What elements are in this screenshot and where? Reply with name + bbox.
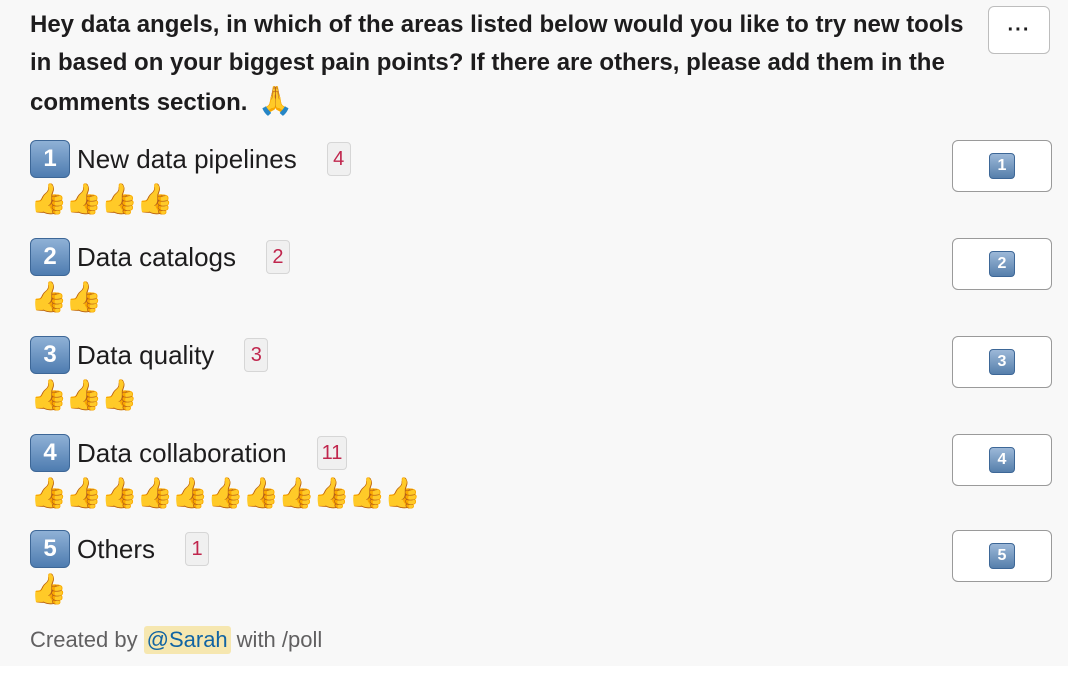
option-row: 3 Data quality 3	[30, 336, 269, 374]
footer-suffix: with /poll	[236, 627, 323, 652]
poll-option-5: 5 Others 1 👍 5	[30, 530, 1052, 620]
option-row: 1 New data pipelines 4	[30, 140, 351, 178]
option-label: New data pipelines	[77, 143, 297, 174]
number-badge-icon: 2	[30, 238, 70, 276]
poll-footer: Created by @Sarah with /poll	[30, 626, 322, 654]
thumbs-up-icon: 👍👍👍👍	[30, 183, 173, 216]
option-label: Data catalogs	[77, 241, 236, 272]
poll-card: Hey data angels, in which of the areas l…	[0, 0, 1068, 666]
thumbs-up-icon: 👍👍👍	[30, 379, 138, 412]
vote-count-badge: 2	[265, 240, 290, 274]
option-row: 4 Data collaboration 11	[30, 434, 348, 472]
vote-button-4[interactable]: 4	[952, 434, 1052, 486]
vote-button-1[interactable]: 1	[952, 140, 1052, 192]
more-actions-button[interactable]: ···	[988, 6, 1050, 54]
thumbs-up-icon: 👍👍👍👍👍👍👍👍👍👍👍	[30, 477, 421, 510]
number-badge-icon: 3	[30, 336, 70, 374]
poll-option-4: 4 Data collaboration 11 👍👍👍👍👍👍👍👍👍👍👍 4	[30, 434, 1052, 524]
poll-option-2: 2 Data catalogs 2 👍👍 2	[30, 238, 1052, 328]
number-badge-icon: 4	[30, 434, 70, 472]
number-badge-icon: 1	[30, 140, 70, 178]
vote-button-2[interactable]: 2	[952, 238, 1052, 290]
footer-prefix: Created by	[30, 627, 138, 652]
poll-option-3: 3 Data quality 3 👍👍👍 3	[30, 336, 1052, 426]
option-label: Others	[77, 533, 156, 564]
poll-option-1: 1 New data pipelines 4 👍👍👍👍 1	[30, 140, 1052, 230]
number-badge-icon: 5	[30, 530, 70, 568]
vote-count-badge: 11	[316, 436, 348, 470]
vote-button-5[interactable]: 5	[952, 530, 1052, 582]
poll-question-text: Hey data angels, in which of the areas l…	[30, 11, 964, 116]
thumbs-up-icon: 👍	[30, 573, 67, 606]
thumbs-up-icon: 👍👍	[30, 281, 103, 314]
vote-count-badge: 1	[185, 532, 210, 566]
number-badge-icon: 2	[989, 251, 1015, 277]
number-badge-icon: 4	[989, 447, 1015, 473]
vote-count-badge: 3	[244, 338, 269, 372]
option-row: 5 Others 1	[30, 530, 210, 568]
praying-hands-icon: 🙏	[258, 85, 293, 116]
vote-button-3[interactable]: 3	[952, 336, 1052, 388]
number-badge-icon: 5	[989, 543, 1015, 569]
option-label: Data collaboration	[77, 437, 287, 468]
vote-count-badge: 4	[326, 142, 351, 176]
poll-question: Hey data angels, in which of the areas l…	[30, 6, 980, 122]
option-label: Data quality	[77, 339, 215, 370]
number-badge-icon: 1	[989, 153, 1015, 179]
option-row: 2 Data catalogs 2	[30, 238, 290, 276]
number-badge-icon: 3	[989, 349, 1015, 375]
author-mention-link[interactable]: @Sarah	[143, 626, 231, 654]
